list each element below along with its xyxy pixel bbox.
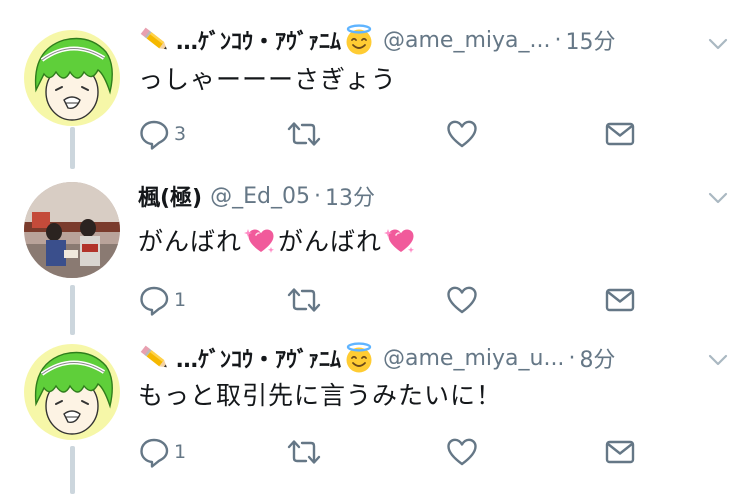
chevron-down-icon[interactable]	[706, 348, 730, 372]
chevron-down-icon[interactable]	[706, 186, 730, 210]
author-name[interactable]: …ｹﾞﾝｺｳ・ｱｳﾞｧﾆﾑ	[176, 342, 341, 374]
halo-smile-icon	[343, 342, 375, 374]
tweet-actions: 3	[138, 116, 658, 152]
separator: ·	[568, 345, 576, 371]
retweet-button[interactable]	[286, 282, 326, 318]
like-button[interactable]	[446, 282, 482, 318]
heart-icon	[446, 118, 478, 150]
envelope-icon	[604, 120, 636, 148]
reply-icon	[138, 118, 170, 150]
tweet-header: …ｹﾞﾝｺｳ・ｱｳﾞｧﾆﾑ @ame_miya_... · 15分	[138, 22, 702, 58]
envelope-icon	[604, 286, 636, 314]
reply-count: 1	[174, 289, 187, 311]
retweet-icon	[286, 436, 322, 468]
heart-icon	[446, 436, 478, 468]
separator: ·	[313, 183, 321, 209]
halo-smile-icon	[343, 24, 375, 56]
tweet-text-part: がんばれ	[278, 227, 383, 256]
tweet-header: 楓(極) @_Ed_05 · 13分	[138, 178, 702, 214]
retweet-icon	[286, 118, 322, 150]
author-handle[interactable]: @ame_miya_...	[383, 28, 550, 53]
like-button[interactable]	[446, 116, 482, 152]
avatar[interactable]	[24, 344, 120, 440]
author-name[interactable]: …ｹﾞﾝｺｳ・ｱｳﾞｧﾆﾑ	[176, 24, 341, 56]
avatar[interactable]	[24, 182, 120, 278]
timestamp[interactable]: 13分	[325, 180, 375, 212]
tweet[interactable]: 楓(極) @_Ed_05 · 13分 がんばれ がんばれ 1	[0, 170, 750, 330]
tweet-text: がんばれ がんばれ	[138, 222, 418, 258]
tweet-text: もっと取引先に言うみたいに！	[138, 376, 502, 412]
timestamp[interactable]: 15分	[566, 24, 616, 56]
tweet-text-part: もっと取引先に言うみたいに！	[138, 381, 503, 410]
tweet-actions: 1	[138, 434, 658, 470]
timestamp[interactable]: 8分	[579, 342, 615, 374]
avatar[interactable]	[24, 30, 120, 126]
author-handle[interactable]: @ame_miya_u...	[383, 346, 564, 371]
tweet-text-part: っしゃーーーさぎょう	[138, 65, 397, 94]
author-name[interactable]: 楓(極)	[138, 180, 202, 212]
reply-count: 3	[174, 123, 187, 145]
reply-count: 1	[174, 441, 187, 463]
reply-button[interactable]: 3	[138, 116, 186, 152]
dm-button[interactable]	[604, 434, 636, 470]
reply-icon	[138, 284, 170, 316]
retweet-button[interactable]	[286, 116, 326, 152]
tweet[interactable]: …ｹﾞﾝｺｳ・ｱｳﾞｧﾆﾑ @ame_miya_u... · 8分 もっと取引先…	[0, 330, 750, 494]
reply-button[interactable]: 1	[138, 434, 186, 470]
separator: ·	[554, 27, 562, 53]
envelope-icon	[604, 438, 636, 466]
dm-button[interactable]	[604, 116, 636, 152]
reply-button[interactable]: 1	[138, 282, 186, 318]
chevron-down-icon[interactable]	[706, 32, 730, 56]
pencil-icon	[138, 25, 172, 55]
tweet[interactable]: …ｹﾞﾝｺｳ・ｱｳﾞｧﾆﾑ @ame_miya_... · 15分 っしゃーーー…	[0, 0, 750, 170]
heart-icon	[446, 284, 478, 316]
retweet-icon	[286, 284, 322, 316]
pencil-icon	[138, 343, 172, 373]
tweet-text-part: がんばれ	[138, 227, 243, 256]
retweet-button[interactable]	[286, 434, 326, 470]
tweet-text: っしゃーーーさぎょう	[138, 60, 397, 96]
author-handle[interactable]: @_Ed_05	[210, 184, 310, 209]
sparkling-heart-icon	[384, 225, 416, 255]
sparkling-heart-icon	[244, 225, 276, 255]
tweet-actions: 1	[138, 282, 658, 318]
tweet-header: …ｹﾞﾝｺｳ・ｱｳﾞｧﾆﾑ @ame_miya_u... · 8分	[138, 340, 702, 376]
reply-icon	[138, 436, 170, 468]
like-button[interactable]	[446, 434, 482, 470]
dm-button[interactable]	[604, 282, 636, 318]
